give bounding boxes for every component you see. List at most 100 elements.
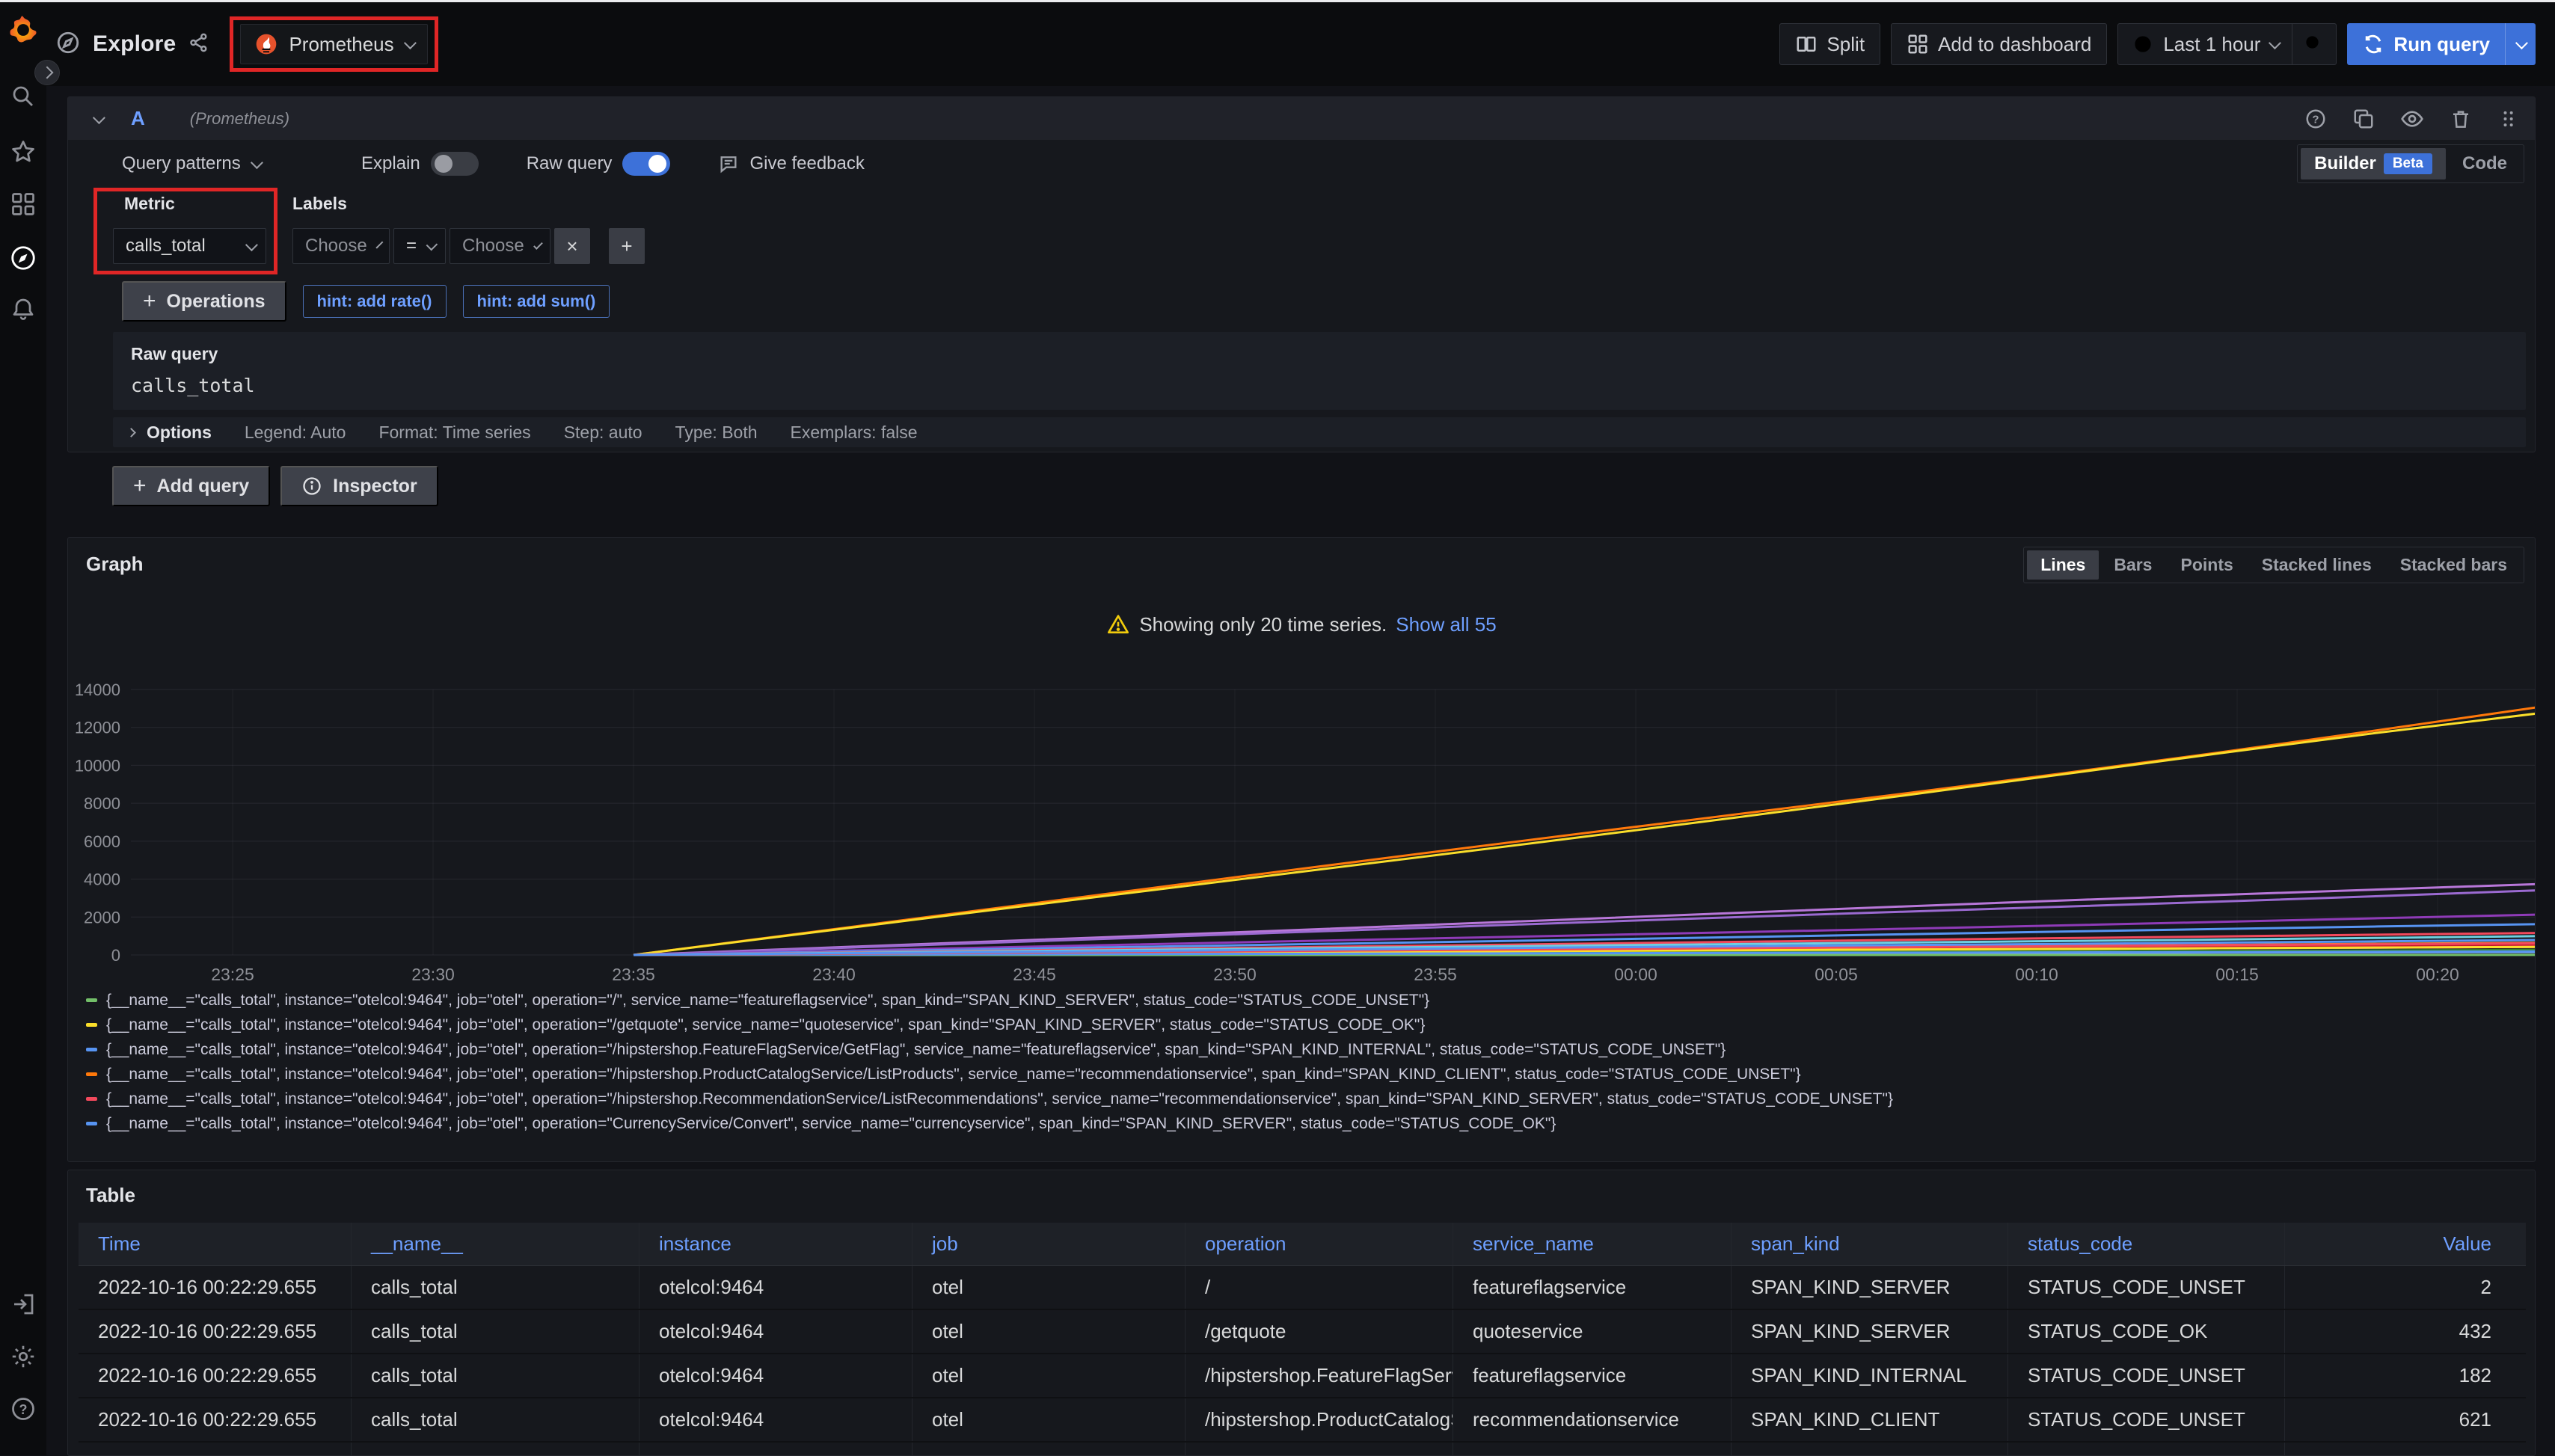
graph-style-tab-stacked-bars[interactable]: Stacked bars: [2387, 550, 2521, 580]
hint-add-rate-button[interactable]: hint: add rate(): [303, 285, 447, 318]
svg-text:00:15: 00:15: [2215, 965, 2259, 984]
label-value-select[interactable]: Choose: [450, 228, 550, 264]
chevron-down-icon: [2515, 37, 2528, 49]
warning-text: Showing only 20 time series.: [1139, 613, 1387, 636]
label-operator-select[interactable]: =: [393, 228, 446, 264]
chart-legend: {__name__="calls_total", instance="otelc…: [86, 988, 2527, 1136]
query-toolbar: Query patterns Explain Raw query Give fe…: [68, 140, 2535, 188]
graph-style-tab-stacked-lines[interactable]: Stacked lines: [2248, 550, 2385, 580]
collapse-query-icon[interactable]: [93, 111, 105, 124]
graph-style-tab-points[interactable]: Points: [2167, 550, 2246, 580]
duplicate-query-icon[interactable]: [2352, 108, 2375, 130]
legend-item[interactable]: {__name__="calls_total", instance="otelc…: [86, 988, 2527, 1013]
explore-content: A (Prometheus) ? Query patterns Explain …: [46, 86, 2555, 1455]
datasource-picker[interactable]: Prometheus: [240, 24, 427, 64]
add-query-button[interactable]: + Add query: [112, 466, 270, 506]
explore-compass-icon: [55, 30, 81, 59]
table-header-instance[interactable]: instance: [639, 1223, 912, 1265]
give-feedback-link[interactable]: Give feedback: [718, 153, 864, 174]
drag-handle-icon[interactable]: [2497, 108, 2518, 129]
metric-select[interactable]: calls_total: [113, 228, 266, 264]
legend-item[interactable]: {__name__="calls_total", instance="otelc…: [86, 1062, 2527, 1087]
settings-gear-icon[interactable]: [0, 1339, 46, 1374]
inspector-button[interactable]: Inspector: [280, 466, 438, 506]
delete-query-trash-icon[interactable]: [2450, 108, 2472, 130]
svg-text:6000: 6000: [84, 832, 120, 851]
sign-in-icon[interactable]: [0, 1287, 46, 1321]
table-header-operation[interactable]: operation: [1186, 1223, 1453, 1265]
query-options-row[interactable]: Options Legend: AutoFormat: Time seriesS…: [113, 417, 2526, 447]
expand-sidebar-button[interactable]: [34, 60, 60, 85]
table-header-spankind[interactable]: span_kind: [1732, 1223, 2008, 1265]
table-header-value[interactable]: Value: [2285, 1223, 2526, 1265]
hint-add-sum-button[interactable]: hint: add sum(): [463, 285, 610, 318]
dashboards-icon[interactable]: [0, 187, 46, 221]
legend-item[interactable]: {__name__="calls_total", instance="otelc…: [86, 1013, 2527, 1037]
run-query-button[interactable]: Run query: [2347, 23, 2536, 65]
left-sidebar: ?: [0, 2, 46, 1455]
graph-style-tab-lines[interactable]: Lines: [2027, 550, 2099, 580]
graph-style-tab-bars[interactable]: Bars: [2100, 550, 2165, 580]
svg-text:23:50: 23:50: [1213, 965, 1257, 984]
table-row[interactable]: 2022-10-16 00:22:29.655calls_totalotelco…: [79, 1398, 2526, 1443]
raw-query-text: calls_total: [131, 375, 2508, 396]
explain-switch[interactable]: [431, 152, 479, 176]
explain-toggle[interactable]: Explain: [361, 152, 479, 176]
table-header-servicename[interactable]: service_name: [1453, 1223, 1732, 1265]
zoom-out-time-button[interactable]: [2292, 24, 2336, 64]
table-cell: SPAN_KIND_SERVER: [1732, 1310, 2008, 1353]
table-cell: calls_total: [352, 1354, 639, 1397]
disable-query-eye-icon[interactable]: [2400, 107, 2424, 131]
search-icon[interactable]: [0, 79, 46, 114]
table-cell: featureflagservice: [1453, 1266, 1732, 1309]
run-query-dropdown[interactable]: [2505, 23, 2536, 65]
table-header-statuscode[interactable]: status_code: [2008, 1223, 2285, 1265]
table-header-time[interactable]: Time: [79, 1223, 352, 1265]
grafana-logo[interactable]: [0, 11, 46, 49]
explore-icon[interactable]: [0, 241, 46, 275]
svg-text:23:55: 23:55: [1414, 965, 1457, 984]
label-key-select[interactable]: Choose: [292, 228, 390, 264]
table-header-job[interactable]: job: [912, 1223, 1186, 1265]
table-header-row: Time__name__instancejoboperationservice_…: [79, 1223, 2526, 1266]
legend-item[interactable]: {__name__="calls_total", instance="otelc…: [86, 1087, 2527, 1111]
table-cell: featureflagservice: [1453, 1354, 1732, 1397]
table-row[interactable]: 2022-10-16 00:22:29.655calls_totalotelco…: [79, 1310, 2526, 1354]
table-cell: SPAN_KIND_SERVER: [1732, 1266, 2008, 1309]
add-operation-button[interactable]: + Operations: [122, 281, 286, 322]
table-cell: otelcol:9464: [639, 1354, 912, 1397]
legend-item[interactable]: {__name__="calls_total", instance="otelc…: [86, 1037, 2527, 1062]
show-all-series-link[interactable]: Show all 55: [1396, 613, 1496, 636]
raw-query-toggle[interactable]: Raw query: [527, 152, 671, 176]
legend-item[interactable]: {__name__="calls_total", instance="otelc…: [86, 1111, 2527, 1136]
code-mode-tab[interactable]: Code: [2449, 148, 2521, 179]
alerting-icon[interactable]: [0, 292, 46, 326]
results-table: Time__name__instancejoboperationservice_…: [79, 1223, 2526, 1456]
time-range-button[interactable]: Last 1 hour: [2118, 33, 2292, 56]
table-cell: otel: [912, 1266, 1186, 1309]
metric-label: Metric: [124, 194, 175, 214]
time-series-chart[interactable]: 0200040006000800010000120001400023:2523:…: [68, 663, 2536, 989]
zoom-out-icon: [2303, 33, 2325, 55]
split-button[interactable]: Split: [1779, 23, 1880, 65]
starred-icon[interactable]: [0, 135, 46, 169]
query-patterns-dropdown[interactable]: Query patterns: [122, 153, 313, 174]
help-icon[interactable]: ?: [0, 1392, 46, 1426]
svg-text:23:45: 23:45: [1013, 965, 1056, 984]
legend-series-label: {__name__="calls_total", instance="otelc…: [106, 1016, 1425, 1034]
query-datasource-hint: (Prometheus): [190, 109, 289, 129]
add-to-dashboard-button[interactable]: Add to dashboard: [1891, 23, 2107, 65]
table-header-name[interactable]: __name__: [352, 1223, 639, 1265]
query-help-icon[interactable]: ?: [2304, 108, 2327, 130]
table-row[interactable]: 2022-10-16 00:22:29.655calls_totalotelco…: [79, 1354, 2526, 1398]
query-row-header[interactable]: A (Prometheus) ?: [68, 97, 2535, 140]
raw-query-label: Raw query: [131, 344, 2508, 364]
table-row[interactable]: 2022-10-16 00:22:29.655calls_totalotelco…: [79, 1266, 2526, 1310]
table-row[interactable]: 2022-10-16 00:22:29.655calls_totalotelco…: [79, 1443, 2526, 1456]
remove-label-filter-button[interactable]: ×: [554, 228, 590, 264]
builder-mode-tab[interactable]: Builder Beta: [2301, 148, 2446, 179]
table-cell: STATUS_CODE_UNSET: [2008, 1266, 2285, 1309]
add-label-filter-button[interactable]: +: [609, 228, 645, 264]
share-icon[interactable]: [188, 31, 210, 58]
raw-query-switch[interactable]: [622, 152, 670, 176]
